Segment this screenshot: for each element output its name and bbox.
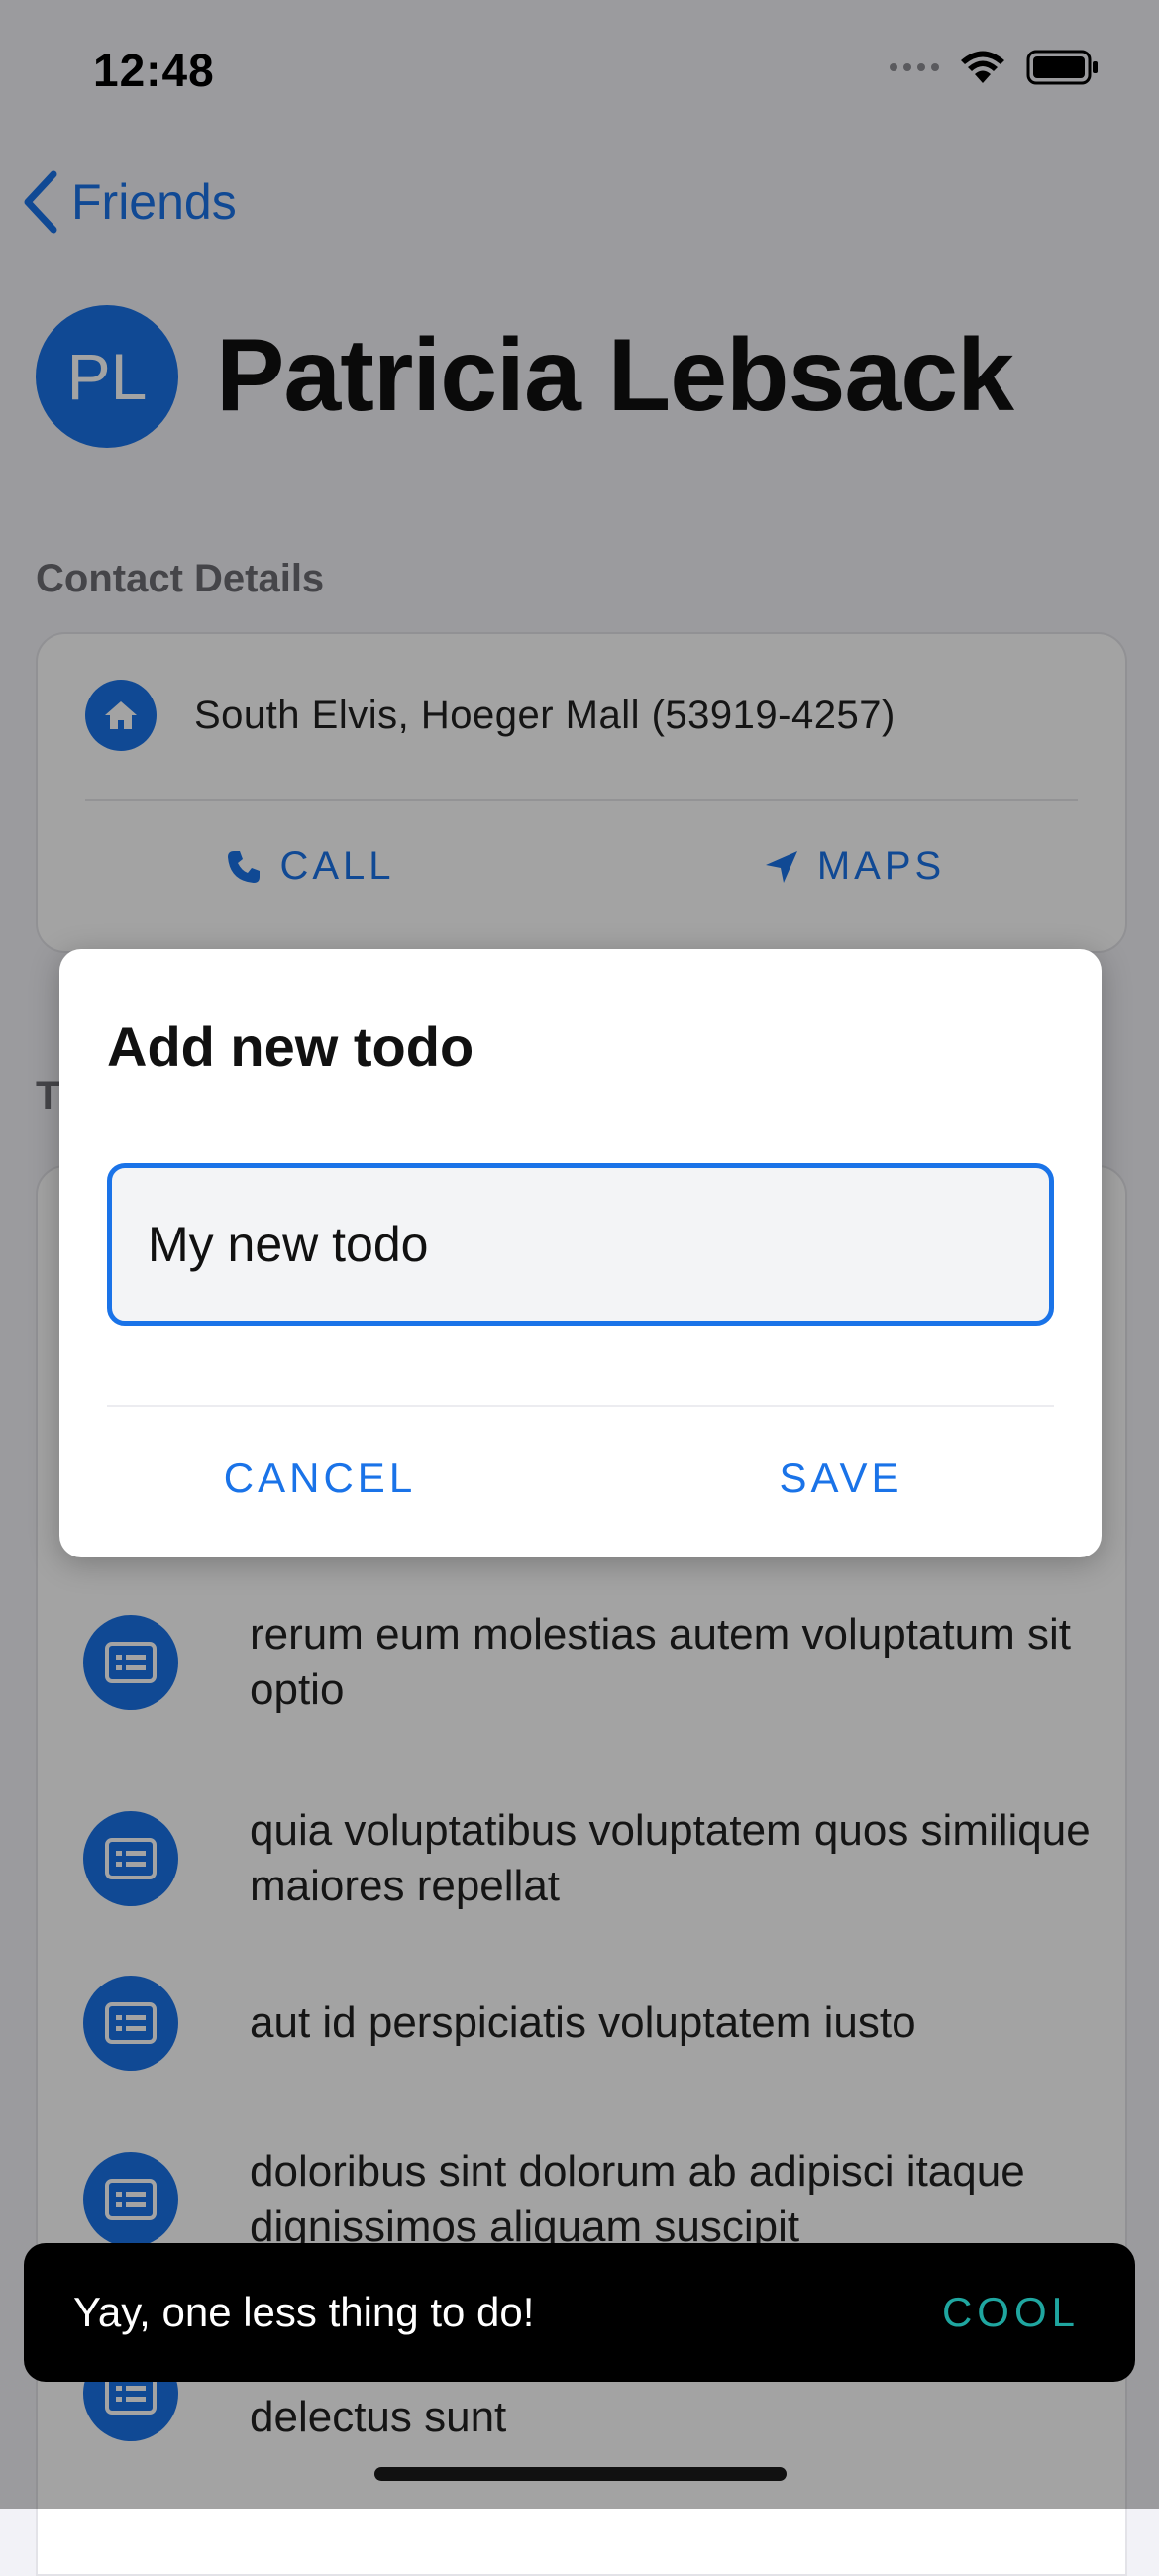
divider [107,1405,1054,1407]
snackbar-action-button[interactable]: COOL [936,2288,1086,2337]
add-todo-dialog: Add new todo CANCEL SAVE [59,949,1102,1557]
save-button[interactable]: SAVE [580,1454,1102,1502]
todo-input[interactable] [112,1168,1049,1321]
home-indicator[interactable] [374,2467,787,2481]
dialog-actions: CANCEL SAVE [59,1454,1102,1502]
snackbar-message: Yay, one less thing to do! [73,2289,535,2335]
snackbar: Yay, one less thing to do! COOL [24,2243,1135,2382]
dialog-title: Add new todo [107,1016,474,1078]
todo-input-container [107,1163,1054,1326]
cancel-button[interactable]: CANCEL [59,1454,580,1502]
